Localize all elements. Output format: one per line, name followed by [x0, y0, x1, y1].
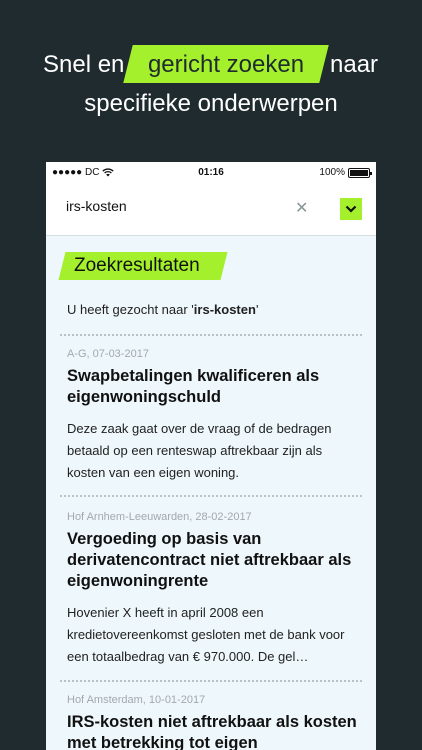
- headline-line-2: specifieke onderwerpen: [84, 90, 338, 117]
- result-divider: [60, 680, 362, 682]
- result-meta: Hof Arnhem-Leeuwarden, 28-02-2017: [67, 511, 252, 523]
- result-title: Swapbetalingen kwalificeren als eigenwon…: [67, 367, 320, 406]
- result-item[interactable]: Hof Amsterdam, 10-01-2017 IRS-kosten nie…: [67, 694, 357, 750]
- headline-line-1: Snel en gericht zoeken naar: [0, 45, 422, 85]
- result-item[interactable]: A-G, 07-03-2017 Swapbetalingen kwalifice…: [67, 348, 357, 484]
- result-snippet: Deze zaak gaat over de vraag of de bedra…: [67, 421, 332, 480]
- result-meta: Hof Amsterdam, 10-01-2017: [67, 694, 206, 706]
- clear-icon[interactable]: ✕: [295, 198, 308, 218]
- result-title: IRS-kosten niet aftrekbaar als kosten me…: [67, 713, 357, 750]
- headline-highlight-text: gericht zoeken: [147, 51, 305, 78]
- headline-highlight: gericht zoeken: [123, 45, 329, 83]
- search-bar: ✕: [46, 182, 376, 236]
- result-divider: [60, 334, 362, 336]
- result-divider: [60, 495, 362, 497]
- result-item[interactable]: Hof Arnhem-Leeuwarden, 28-02-2017 Vergoe…: [67, 511, 357, 668]
- result-title: Vergoeding op basis van derivatencontrac…: [67, 530, 352, 590]
- battery-percentage: 100%: [319, 167, 345, 178]
- query-summary-prefix: U heeft gezocht naar ': [67, 302, 194, 317]
- headline-text-after: naar: [330, 51, 379, 78]
- result-snippet: Hovenier X heeft in april 2008 een kredi…: [67, 605, 345, 664]
- query-summary: U heeft gezocht naar 'irs-kosten': [67, 302, 258, 317]
- search-input[interactable]: [66, 198, 286, 214]
- phone-screen: ●●●●● DC 01:16 100% ✕ Zoekresultaten U h…: [46, 162, 376, 750]
- results-heading-text: Zoekresultaten: [74, 255, 200, 276]
- search-options-button[interactable]: [340, 198, 362, 220]
- headline-text-before: Snel en: [43, 51, 125, 78]
- query-summary-suffix: ': [255, 302, 259, 317]
- query-summary-term: irs-kosten: [193, 302, 256, 317]
- battery-icon: [348, 167, 372, 178]
- chevron-down-icon: [345, 205, 357, 213]
- status-bar: ●●●●● DC 01:16 100%: [46, 162, 376, 182]
- result-meta: A-G, 07-03-2017: [67, 348, 149, 360]
- results-heading: Zoekresultaten: [58, 252, 228, 280]
